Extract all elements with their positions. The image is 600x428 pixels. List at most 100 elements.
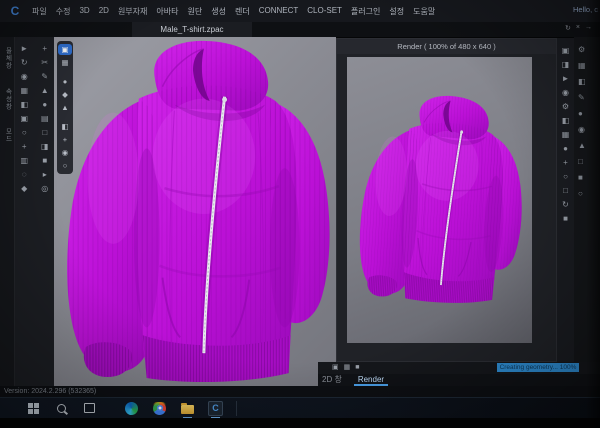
- menu-bar: C 파일 수정 3D 2D 원부자재 아바타 원단 생성 렌더 CONNECT CLO-SET 플러그…: [0, 0, 600, 23]
- view-garment-icon[interactable]: ▣: [58, 44, 72, 55]
- view-mesh-icon[interactable]: ▦: [57, 57, 73, 68]
- trace-tool-icon[interactable]: ◌: [15, 170, 34, 180]
- notch-tool-icon[interactable]: ▸: [36, 170, 55, 180]
- menu-item[interactable]: 3D: [79, 6, 89, 17]
- edit-panel-icon[interactable]: ✎: [578, 93, 585, 103]
- tab-actions: ↻ × →: [565, 24, 592, 32]
- windows-taskbar: C: [0, 397, 600, 418]
- layer-tool-icon[interactable]: ◎: [36, 184, 55, 194]
- select-tool-icon[interactable]: +: [36, 44, 55, 54]
- menu-item[interactable]: 원단: [187, 6, 202, 17]
- show-pins-icon[interactable]: +: [57, 134, 73, 145]
- refresh-icon[interactable]: ↻: [565, 24, 571, 32]
- schedule-render-icon[interactable]: ◉: [562, 88, 569, 98]
- show-garment-icon[interactable]: ●: [57, 76, 73, 87]
- menu-item[interactable]: CONNECT: [259, 6, 299, 17]
- menu-item[interactable]: 렌더: [235, 6, 250, 17]
- show-mannequin-icon[interactable]: ◉: [57, 147, 73, 158]
- target-panel-icon[interactable]: ◉: [578, 125, 585, 135]
- tab-2d-window[interactable]: 2D 창: [318, 374, 346, 386]
- clo-app-icon[interactable]: C: [208, 401, 223, 416]
- close-icon[interactable]: ×: [576, 24, 580, 32]
- edge-browser-icon[interactable]: [124, 401, 139, 416]
- render-camera-icon[interactable]: ▣: [562, 46, 570, 56]
- 3d-viewport[interactable]: ▣ ▦ ● ◆ ▲ ◧ + ◉ ○: [54, 37, 336, 386]
- dart-tool-icon[interactable]: ◆: [15, 184, 34, 194]
- menu-item[interactable]: 플러그인: [351, 6, 380, 17]
- left-dock-rail: 물체창속성창모드: [0, 37, 14, 386]
- solidify-tool-icon[interactable]: ■: [36, 156, 55, 166]
- dock-tab-label[interactable]: 모드: [2, 128, 12, 143]
- pin-tool-icon[interactable]: ◉: [15, 72, 34, 82]
- pattern-tool-icon[interactable]: ▦: [15, 86, 34, 96]
- sync-icon[interactable]: ↻: [562, 200, 569, 210]
- light-settings-icon[interactable]: ◧: [562, 116, 570, 126]
- window-tabs: 2D 창 Render: [318, 374, 600, 386]
- document-tab[interactable]: Male_T-shirt.zpac: [132, 22, 252, 37]
- menu-item[interactable]: 생성: [211, 6, 226, 17]
- taskbar-separator: [236, 401, 237, 416]
- show-seams-icon[interactable]: ◆: [57, 89, 73, 100]
- pen-tool-icon[interactable]: ✎: [36, 72, 55, 82]
- tack-tool-icon[interactable]: +: [15, 142, 34, 152]
- quality-icon[interactable]: ●: [563, 144, 568, 154]
- show-grid-icon[interactable]: ○: [57, 160, 73, 171]
- render-start-icon[interactable]: ►: [562, 74, 570, 84]
- flatten-tool-icon[interactable]: □: [36, 128, 55, 138]
- start-button-icon[interactable]: [26, 401, 41, 416]
- measure-tool-icon[interactable]: ▲: [36, 86, 55, 96]
- align-windows-icon[interactable]: ▣: [332, 363, 339, 373]
- property-panel-icon[interactable]: ⚙: [578, 45, 585, 55]
- layout-panel-icon[interactable]: □: [578, 157, 583, 167]
- search-icon[interactable]: [54, 401, 69, 416]
- steam-tool-icon[interactable]: ▥: [15, 156, 34, 166]
- fabric-panel-icon[interactable]: ▦: [578, 61, 586, 71]
- menu-item[interactable]: 도움말: [413, 6, 435, 17]
- render-progress-bar: Creating geometry... 100%: [497, 363, 579, 372]
- simulate-icon[interactable]: ►: [15, 44, 34, 54]
- object-panel-icon[interactable]: ●: [578, 109, 583, 119]
- menu-item[interactable]: 아바타: [156, 6, 178, 17]
- split-windows-icon[interactable]: ▦: [344, 363, 351, 373]
- menu-item[interactable]: 파일: [32, 6, 47, 17]
- background-icon[interactable]: ▦: [562, 130, 570, 140]
- clo-logo-icon[interactable]: C: [8, 4, 22, 18]
- avatar-tool-icon[interactable]: ●: [36, 100, 55, 110]
- solid-panel-icon[interactable]: ■: [578, 173, 583, 183]
- menu-item[interactable]: 설정: [389, 6, 404, 17]
- task-view-icon[interactable]: [82, 401, 97, 416]
- dock-tab-label[interactable]: 물체창: [2, 47, 12, 70]
- fold-tool-icon[interactable]: ◨: [36, 142, 55, 152]
- dock-tab-label[interactable]: 속성창: [2, 88, 12, 111]
- save-image-icon[interactable]: ◨: [562, 60, 570, 70]
- garment-hoodie-render: [348, 59, 532, 340]
- status-bar: Version: 2024.2.296 (532365): [0, 386, 600, 397]
- stop-render-icon[interactable]: ■: [563, 214, 568, 224]
- texture-tool-icon[interactable]: ◧: [15, 100, 34, 110]
- file-explorer-icon[interactable]: [180, 401, 195, 416]
- rotate-tool-icon[interactable]: ↻: [15, 58, 34, 68]
- arrow-icon[interactable]: →: [585, 24, 592, 32]
- account-greeting[interactable]: Hello, c: [573, 5, 598, 14]
- misc-panel-icon[interactable]: ○: [578, 189, 583, 199]
- scissors-icon[interactable]: ✂: [36, 58, 55, 68]
- tab-render[interactable]: Render: [354, 374, 388, 386]
- render-toolbar: ▣ ◨ ► ◉ ⚙ ◧ ▦ ● + ○ □ ↻ ■: [557, 38, 574, 362]
- zoom-in-icon[interactable]: +: [563, 158, 568, 168]
- zoom-tool-icon[interactable]: ○: [15, 128, 34, 138]
- show-avatar-icon[interactable]: ▲: [57, 102, 73, 113]
- zoom-out-icon[interactable]: ○: [563, 172, 568, 182]
- show-fabric-icon[interactable]: ◧: [57, 121, 73, 132]
- menu-item[interactable]: 수정: [56, 6, 71, 17]
- menu-item[interactable]: CLO-SET: [307, 6, 342, 17]
- color-panel-icon[interactable]: ◧: [578, 77, 586, 87]
- stop-icon[interactable]: ■: [355, 363, 359, 373]
- chrome-browser-icon[interactable]: [152, 401, 167, 416]
- camera-tool-icon[interactable]: ▣: [15, 114, 34, 124]
- grid-tool-icon[interactable]: ▤: [36, 114, 55, 124]
- fit-view-icon[interactable]: □: [563, 186, 568, 196]
- menu-item[interactable]: 2D: [99, 6, 109, 17]
- menu-item[interactable]: 원부자재: [118, 6, 147, 17]
- render-settings-icon[interactable]: ⚙: [562, 102, 569, 112]
- avatar-panel-icon[interactable]: ▲: [578, 141, 586, 151]
